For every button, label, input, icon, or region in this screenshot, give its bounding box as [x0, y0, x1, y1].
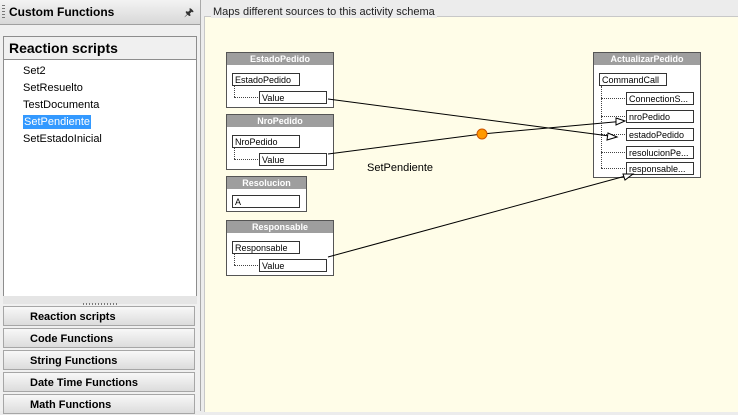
arrow-head [622, 173, 635, 181]
script-item-label: SetEstadoInicial [23, 133, 102, 145]
category-string-functions[interactable]: String Functions [3, 350, 195, 370]
arrow-head [615, 117, 627, 126]
script-item-label: Set2 [23, 65, 46, 77]
category-math-functions[interactable]: Math Functions [3, 394, 195, 414]
splitter-grip-icon [83, 303, 117, 305]
category-date-time-functions[interactable]: Date Time Functions [3, 372, 195, 392]
script-item[interactable]: SetResuelto [4, 80, 196, 97]
script-item[interactable]: TestDocumenta [4, 97, 196, 114]
mapping-canvas[interactable]: EstadoPedido EstadoPedido Value NroPedid… [204, 16, 738, 412]
arrow-head [606, 132, 619, 141]
canvas-caption: Maps different sources to this activity … [211, 6, 437, 18]
mapper-function-node[interactable] [476, 128, 488, 140]
mapping-connections [327, 98, 635, 258]
script-item[interactable]: SetEstadoInicial [4, 131, 196, 148]
reaction-scripts-list: Reaction scripts Set2 SetResuelto TestDo… [3, 36, 197, 297]
script-item-label: SetPendiente [23, 115, 92, 129]
panel-splitter[interactable] [3, 296, 197, 305]
script-item-label: SetResuelto [23, 82, 83, 94]
connection-line[interactable] [327, 98, 618, 138]
panel-header: Custom Functions 🖈 [0, 0, 200, 25]
script-item[interactable]: Set2 [4, 63, 196, 80]
category-reaction-scripts[interactable]: Reaction scripts [3, 306, 195, 326]
pin-icon[interactable]: 🖈 [184, 4, 194, 23]
connection-line[interactable] [327, 133, 483, 155]
script-item-selected[interactable]: SetPendiente [4, 114, 196, 131]
category-code-functions[interactable]: Code Functions [3, 328, 195, 348]
connection-line[interactable] [327, 173, 634, 258]
schema-mapping-area: EstadoPedido EstadoPedido Value NroPedid… [204, 0, 738, 412]
reaction-scripts-heading: Reaction scripts [4, 37, 196, 60]
script-item-label: TestDocumenta [23, 99, 100, 111]
connection-line[interactable] [481, 120, 626, 135]
panel-grip-icon[interactable] [2, 5, 5, 19]
panel-title: Custom Functions [9, 5, 115, 19]
custom-functions-panel: Custom Functions 🖈 Reaction scripts Set2… [0, 0, 201, 414]
mapper-label: SetPendiente [367, 162, 434, 174]
